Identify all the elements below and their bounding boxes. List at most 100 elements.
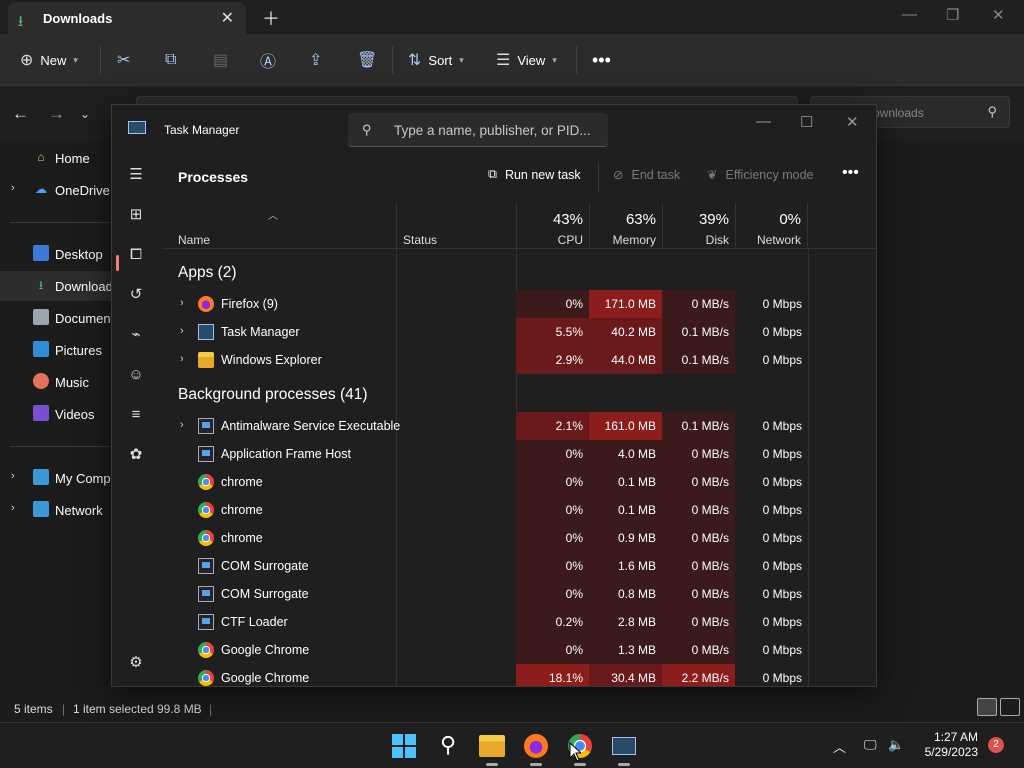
close-tab-icon[interactable]: ✕ [221, 8, 234, 28]
users-icon[interactable]: ☺ [126, 365, 146, 385]
chevron-right-icon[interactable]: › [11, 502, 15, 514]
status-divider: | [62, 702, 66, 716]
performance-icon[interactable]: ⧠ [126, 245, 146, 265]
chevron-right-icon[interactable]: › [11, 470, 15, 482]
restore-icon[interactable]: ❐ [946, 6, 959, 24]
sort-button[interactable]: ⇅ Sort ▾ [408, 50, 464, 70]
expand-chevron-icon[interactable]: › [180, 325, 184, 337]
process-cpu-cell: 0% [516, 290, 589, 318]
close-window-icon[interactable]: ✕ [992, 6, 1005, 24]
more-options-icon[interactable]: ••• [842, 164, 859, 182]
tiles-view-button[interactable] [1000, 698, 1020, 716]
paste-icon[interactable]: ▤ [213, 50, 228, 70]
sidebar-item-home[interactable]: ⌂ Home [0, 143, 112, 173]
hamburger-menu-icon[interactable]: ☰ [126, 165, 146, 185]
download-icon: ⭳ [18, 13, 24, 30]
details-view-button[interactable] [977, 698, 997, 716]
cloud-icon: ☁ [35, 182, 47, 196]
tab-downloads[interactable]: ⭳ Downloads ✕ [8, 2, 246, 34]
cut-icon[interactable]: ✂ [117, 50, 130, 70]
process-name: Firefox (9) [221, 297, 278, 311]
copy-icon[interactable]: ⧉ [165, 50, 176, 70]
sidebar-item-downloads[interactable]: ⭳ Downloads [0, 271, 112, 301]
column-name[interactable]: Name [162, 203, 396, 249]
process-row[interactable]: CTF Loader 0.2% 2.8 MB 0 MB/s 0 Mbps [162, 608, 876, 636]
sidebar-item-music[interactable]: Music [0, 367, 112, 397]
rename-icon[interactable]: Ⓐ [260, 50, 276, 71]
process-row[interactable]: Application Frame Host 0% 4.0 MB 0 MB/s 0 Mb… [162, 440, 876, 468]
volume-icon[interactable]: 🔈 [888, 737, 904, 753]
process-mem-cell: 161.0 MB [589, 412, 662, 440]
file-explorer-taskbar-icon[interactable] [477, 731, 507, 766]
new-tab-icon[interactable]: ＋ [262, 5, 280, 31]
process-row[interactable]: chrome 0% 0.1 MB 0 MB/s 0 Mbps [162, 496, 876, 524]
new-button[interactable]: ⊕ New ▾ [20, 50, 78, 70]
processes-icon[interactable]: ⊞ [126, 205, 146, 225]
sort-label: Sort [428, 52, 453, 68]
chevron-up-icon[interactable]: ︿ [833, 737, 846, 756]
firefox-taskbar-icon[interactable] [521, 731, 551, 766]
details-icon[interactable]: ≡ [126, 405, 146, 425]
network-status-icon[interactable]: 🖵 [864, 737, 877, 753]
sidebar-item-videos[interactable]: Videos [0, 399, 112, 429]
chrome-icon [198, 502, 214, 518]
task-manager-window: Task Manager ⚲ Type a name, publisher, o… [111, 104, 877, 687]
sidebar-item-onedrive[interactable]: › ☁ OneDrive [0, 175, 112, 205]
sidebar-item-my-computer[interactable]: › My Computer [0, 463, 112, 493]
process-row[interactable]: Google Chrome 18.1% 30.4 MB 2.2 MB/s 0 Mbps [162, 664, 876, 686]
delete-icon[interactable]: 🗑 [357, 50, 377, 70]
process-row[interactable]: Google Chrome 0% 1.3 MB 0 MB/s 0 Mbps [162, 636, 876, 664]
sidebar-item-pictures[interactable]: Pictures [0, 335, 112, 365]
sidebar-item-network[interactable]: › Network [0, 495, 112, 525]
notification-badge[interactable]: 2 [988, 737, 1004, 753]
process-row[interactable]: COM Surrogate 0% 1.6 MB 0 MB/s 0 Mbps [162, 552, 876, 580]
forward-icon[interactable]: → [48, 104, 65, 124]
process-net-cell: 0 Mbps [762, 559, 802, 573]
process-row[interactable]: chrome 0% 0.9 MB 0 MB/s 0 Mbps [162, 524, 876, 552]
search-icon[interactable]: ⚲ [433, 731, 463, 761]
app-history-icon[interactable]: ↺ [126, 285, 146, 305]
run-new-task-button[interactable]: ⧉ Run new task [488, 167, 581, 182]
chevron-right-icon[interactable]: › [11, 182, 15, 194]
expand-chevron-icon[interactable]: › [180, 297, 184, 309]
share-icon[interactable]: ⇪ [309, 50, 322, 70]
process-disk-cell: 0 MB/s [662, 468, 735, 496]
column-disk[interactable]: 39% Disk [662, 203, 735, 249]
column-cpu[interactable]: 43% CPU [516, 203, 589, 249]
more-options-icon[interactable]: ••• [592, 50, 611, 70]
services-icon[interactable]: ✿ [126, 445, 146, 465]
process-row[interactable]: chrome 0% 0.1 MB 0 MB/s 0 Mbps [162, 468, 876, 496]
minimize-icon[interactable]: — [756, 113, 771, 130]
download-icon: ⭳ [38, 278, 44, 292]
folder-icon [198, 352, 214, 368]
process-net-cell: 0 Mbps [762, 419, 802, 433]
process-row[interactable]: COM Surrogate 0% 0.8 MB 0 MB/s 0 Mbps [162, 580, 876, 608]
efficiency-mode-button[interactable]: ❦ Efficiency mode [707, 167, 814, 183]
tm-search-input[interactable]: ⚲ Type a name, publisher, or PID... [348, 113, 608, 147]
start-button[interactable] [389, 731, 419, 761]
settings-gear-icon[interactable]: ⚙ [126, 653, 146, 673]
system-clock[interactable]: 1:27 AM 5/29/2023 [925, 730, 978, 760]
end-task-button[interactable]: ⊘ End task [613, 167, 680, 183]
expand-chevron-icon[interactable]: › [180, 419, 184, 431]
minimize-icon[interactable]: — [902, 6, 917, 23]
process-row[interactable]: › Windows Explorer 2.9% 44.0 MB 0.1 MB/s 0 Mb… [162, 346, 876, 374]
startup-apps-icon[interactable]: ⌁ [126, 325, 146, 345]
expand-chevron-icon[interactable]: › [180, 353, 184, 365]
task-manager-taskbar-icon[interactable] [609, 731, 639, 766]
process-row[interactable]: › Antimalware Service Executable 2.1% 161.0… [162, 412, 876, 440]
process-cpu-cell: 0% [516, 552, 589, 580]
sidebar-item-desktop[interactable]: Desktop [0, 239, 112, 269]
column-status[interactable]: Status [396, 203, 516, 249]
process-cpu-cell: 0% [516, 440, 589, 468]
column-network[interactable]: 0% Network [735, 203, 808, 249]
maximize-icon[interactable]: ☐ [800, 113, 813, 131]
close-icon[interactable]: ✕ [846, 113, 859, 131]
process-row[interactable]: › Firefox (9) 0% 171.0 MB 0 MB/s 0 Mbps [162, 290, 876, 318]
back-icon[interactable]: ← [12, 104, 29, 124]
process-row[interactable]: › Task Manager 5.5% 40.2 MB 0.1 MB/s 0 Mbps [162, 318, 876, 346]
view-button[interactable]: ☰ View ▾ [496, 50, 557, 70]
sidebar-item-documents[interactable]: Documents [0, 303, 112, 333]
recent-locations-icon[interactable]: ⌄ [80, 107, 90, 121]
column-memory[interactable]: 63% Memory [589, 203, 662, 249]
